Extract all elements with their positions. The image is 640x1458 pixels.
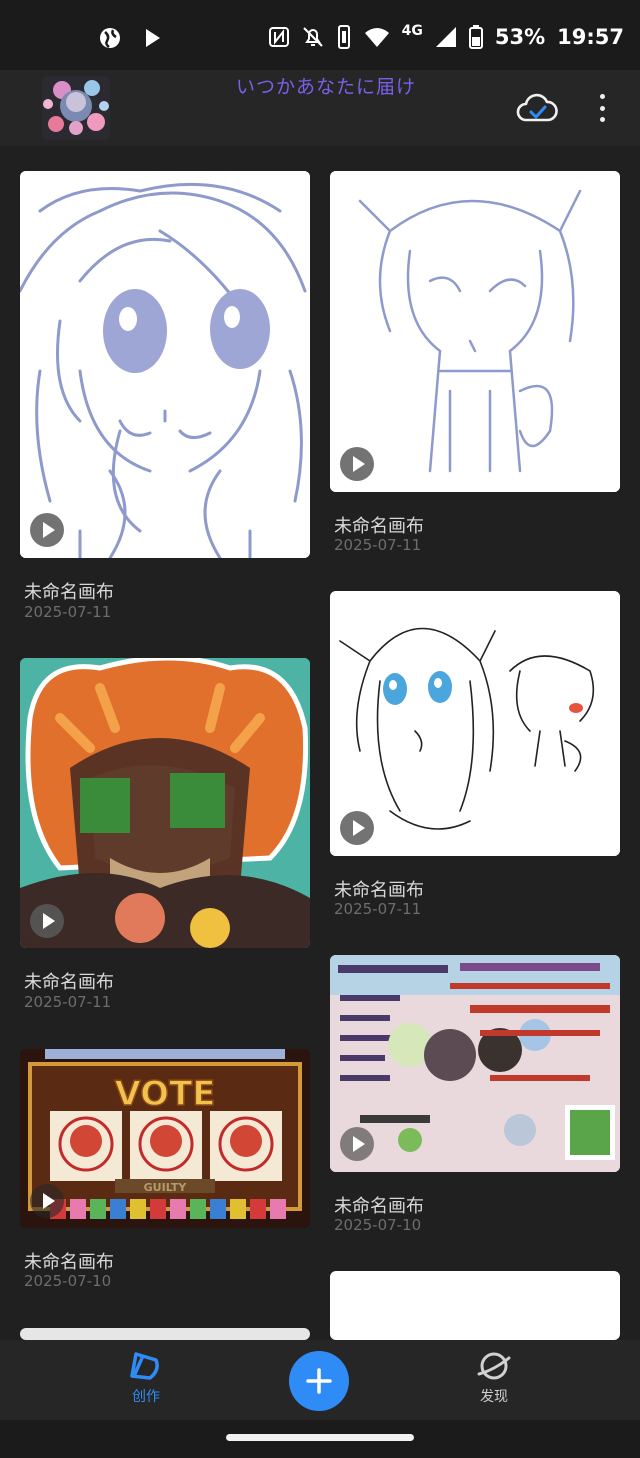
planet-icon: [477, 1352, 511, 1380]
more-vert-icon: [599, 94, 605, 99]
nav-create[interactable]: 创作: [106, 1350, 186, 1406]
artwork-thumbnail: [20, 658, 310, 948]
battery-percent: 53%: [494, 25, 546, 49]
globe-icon: [100, 28, 120, 48]
brush-icon: [130, 1352, 159, 1380]
artwork-card[interactable]: [20, 658, 310, 948]
artwork-date: 2025-07-11: [334, 900, 422, 918]
artwork-title: 未命名画布: [334, 516, 424, 537]
home-indicator[interactable]: [226, 1434, 414, 1441]
play-icon[interactable]: [30, 904, 64, 938]
artwork-date: 2025-07-10: [24, 1272, 112, 1290]
cloud-check-icon: [516, 93, 558, 122]
vote-label: VOTE: [114, 1074, 215, 1114]
artwork-date: 2025-07-10: [334, 1216, 422, 1234]
artwork-title: 未命名画布: [24, 1252, 114, 1273]
battery-icon: [468, 25, 483, 49]
mute-icon: [302, 27, 323, 47]
artwork-date: 2025-07-11: [24, 603, 112, 621]
artwork-date: 2025-07-11: [334, 536, 422, 554]
artwork-card[interactable]: [20, 1328, 310, 1340]
artwork-card[interactable]: VOTE GUILTY: [20, 1049, 310, 1228]
artwork-card[interactable]: [330, 171, 620, 492]
play-icon[interactable]: [340, 1127, 374, 1161]
new-canvas-button[interactable]: [289, 1351, 349, 1411]
wifi-icon: [364, 28, 389, 47]
artwork-thumbnail: [330, 591, 620, 856]
status-bar: 4G 53% 19:57: [0, 0, 640, 70]
artwork-title: 未命名画布: [24, 972, 114, 993]
artwork-date: 2025-07-11: [24, 993, 112, 1011]
artwork-title: 未命名画布: [24, 582, 114, 603]
play-store-icon: [146, 29, 160, 47]
nfc-icon: [268, 27, 289, 47]
signal-icon: [435, 27, 456, 47]
avatar[interactable]: [42, 76, 110, 140]
page-title: いつかあなたに届け: [236, 76, 417, 98]
nav-discover[interactable]: 发现: [454, 1350, 534, 1406]
network-type: 4G: [401, 23, 423, 39]
clock: 19:57: [557, 25, 624, 49]
artwork-card[interactable]: [330, 955, 620, 1172]
vibrate-icon: [337, 25, 350, 49]
play-icon[interactable]: [340, 811, 374, 845]
nav-discover-label: 发现: [480, 1389, 508, 1405]
plus-icon: [306, 1368, 332, 1394]
artwork-thumbnail: [330, 171, 620, 492]
more-menu-button[interactable]: [590, 90, 614, 126]
artwork-card[interactable]: [330, 591, 620, 856]
artwork-title: 未命名画布: [334, 880, 424, 901]
play-icon[interactable]: [30, 1184, 64, 1218]
play-icon[interactable]: [340, 447, 374, 481]
nav-create-label: 创作: [132, 1389, 160, 1405]
guilty-label: GUILTY: [144, 1181, 188, 1194]
cloud-sync-button[interactable]: [516, 92, 558, 126]
artwork-title: 未命名画布: [334, 1196, 424, 1217]
artwork-thumbnail: [20, 171, 310, 558]
play-icon[interactable]: [30, 513, 64, 547]
artwork-card[interactable]: [20, 171, 310, 558]
artwork-card[interactable]: [330, 1271, 620, 1340]
